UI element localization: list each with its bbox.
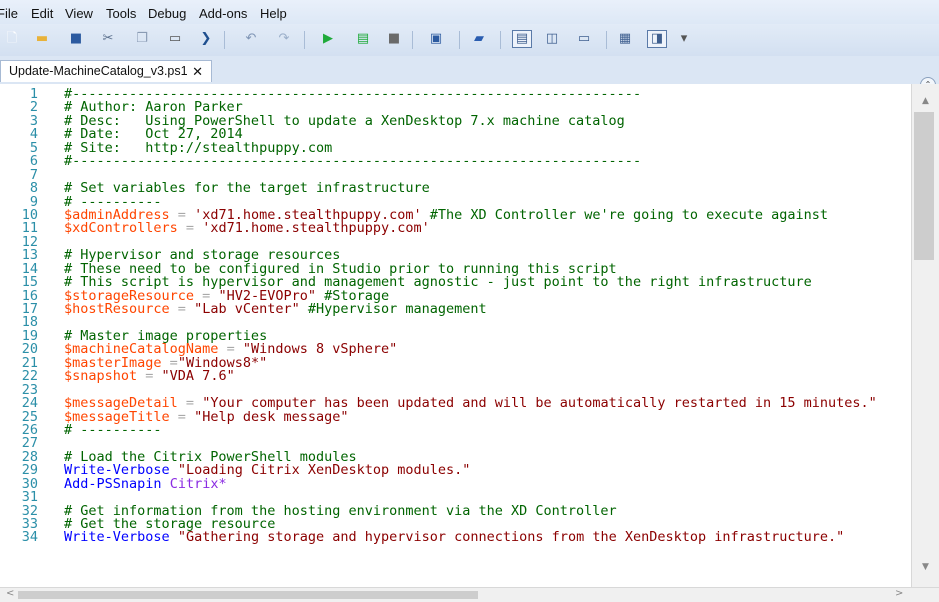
menu-debug[interactable]: Debug xyxy=(148,6,186,21)
menu-add-ons[interactable]: Add-ons xyxy=(199,6,247,21)
comment-token: #Hypervisor management xyxy=(299,301,487,317)
code-text: $snapshot = "VDA 7.6" xyxy=(64,368,235,385)
toolbar-separator xyxy=(500,31,501,49)
menu-bar: File Edit View Tools Debug Add-ons Help xyxy=(0,0,939,24)
string-token: "Lab vCenter" xyxy=(194,301,300,317)
cut-icon[interactable]: ✂ xyxy=(100,31,116,47)
string-token: 'xd71.home.stealthpuppy.com' xyxy=(202,220,430,237)
operator-token: = xyxy=(177,220,203,237)
tab-bar: Update-MachineCatalog_v3.ps1 ✕ xyxy=(0,56,939,82)
code-line: 11 $xdControllers = 'xd71.home.stealthpup… xyxy=(0,220,911,237)
scroll-left-icon[interactable]: < xyxy=(6,588,14,599)
toolbar: 🗋 ▬ ■ ✂ ❐ ▭ ❯ ↶ ↷ ▶ ▤ ■ ▣ ▰ ▤ ◫ ▭ ▦ ◨ ▾ xyxy=(0,24,939,57)
menu-help[interactable]: Help xyxy=(260,6,287,21)
code-line: 26 # ---------- xyxy=(0,421,911,438)
string-token: "Gathering storage and hypervisor connec… xyxy=(177,529,845,546)
save-icon[interactable]: ■ xyxy=(68,31,84,47)
vertical-scrollbar[interactable]: ▲ ▼ xyxy=(911,84,939,587)
code-line: 30 Add-PSSnapin Citrix* xyxy=(0,475,911,492)
variable-token: $snapshot xyxy=(64,368,138,385)
string-token: "Help desk message" xyxy=(194,408,349,425)
scroll-up-icon[interactable]: ▲ xyxy=(922,96,929,106)
run-script-icon[interactable]: ▶ xyxy=(320,31,336,47)
code-text: Write-Verbose "Gathering storage and hyp… xyxy=(64,529,845,546)
comment-token: #---------------------------------------… xyxy=(64,153,642,170)
horizontal-scroll-thumb[interactable] xyxy=(18,591,478,599)
redo-icon[interactable]: ↷ xyxy=(276,31,292,47)
command-token: Add-PSSnapin xyxy=(64,475,162,492)
copy-icon[interactable]: ❐ xyxy=(134,31,150,47)
script-editor[interactable]: 1 #--------------------------------------… xyxy=(0,84,911,587)
toolbar-separator xyxy=(304,31,305,49)
toolbar-separator xyxy=(606,31,607,49)
clear-console-icon[interactable]: ❯ xyxy=(198,31,214,47)
open-folder-icon[interactable]: ▬ xyxy=(34,31,50,47)
comment-token: #The XD Controller we're going to execut… xyxy=(421,206,829,223)
show-script-pane-top-icon[interactable]: ▤ xyxy=(512,30,532,48)
code-text: $hostResource = "Lab vCenter" #Hyperviso… xyxy=(64,301,487,317)
code-text: Add-PSSnapin Citrix* xyxy=(64,475,227,492)
string-token: "VDA 7.6" xyxy=(161,368,235,385)
code-line: 17 $hostResource = "Lab vCenter" #Hypervi… xyxy=(0,301,911,317)
undo-icon[interactable]: ↶ xyxy=(243,31,259,47)
code-text: $xdControllers = 'xd71.home.stealthpuppy… xyxy=(64,220,430,237)
operator-token: = xyxy=(169,301,195,317)
code-text: #---------------------------------------… xyxy=(64,153,642,170)
code-line: 6 #--------------------------------------… xyxy=(0,153,911,170)
code-line: 22 $snapshot = "VDA 7.6" xyxy=(0,368,911,385)
show-command-window-icon[interactable]: ▦ xyxy=(617,31,633,47)
run-selection-icon[interactable]: ▤ xyxy=(355,31,371,47)
code-line: 34 Write-Verbose "Gathering storage and h… xyxy=(0,529,911,546)
scroll-down-icon[interactable]: ▼ xyxy=(922,562,929,572)
menu-file[interactable]: File xyxy=(0,6,18,21)
show-script-pane-right-icon[interactable]: ◫ xyxy=(544,31,560,47)
variable-token: $hostResource xyxy=(64,301,170,317)
stop-icon[interactable]: ■ xyxy=(386,31,402,47)
script-tab-title: Update-MachineCatalog_v3.ps1 xyxy=(9,64,188,78)
toolbar-separator xyxy=(224,31,225,49)
close-tab-icon[interactable]: ✕ xyxy=(192,61,203,82)
operator-token: = xyxy=(137,368,162,385)
show-script-pane-maximized-icon[interactable]: ▭ xyxy=(576,31,592,47)
code-text: # ---------- xyxy=(64,421,162,438)
operator-token: = xyxy=(169,408,195,425)
line-number: 34 xyxy=(21,529,38,546)
argument-token: Citrix* xyxy=(169,475,227,492)
menu-view[interactable]: View xyxy=(65,6,93,21)
variable-token: $xdControllers xyxy=(64,220,178,237)
menu-tools[interactable]: Tools xyxy=(106,6,136,21)
scroll-right-icon[interactable]: > xyxy=(895,588,903,599)
toolbar-overflow-icon[interactable]: ▾ xyxy=(676,31,692,47)
remote-powershell-icon[interactable]: ▣ xyxy=(428,31,444,47)
menu-edit[interactable]: Edit xyxy=(31,6,53,21)
comment-token: # ---------- xyxy=(64,421,162,438)
toolbar-separator xyxy=(412,31,413,49)
horizontal-scrollbar[interactable]: < > xyxy=(0,587,939,602)
paste-icon[interactable]: ▭ xyxy=(167,31,183,47)
toolbar-separator xyxy=(459,31,460,49)
powershell-icon[interactable]: ▰ xyxy=(471,31,487,47)
command-token: Write-Verbose xyxy=(64,529,170,546)
new-file-icon[interactable]: 🗋 xyxy=(4,31,20,47)
vertical-scroll-thumb[interactable] xyxy=(914,112,934,260)
show-command-addon-icon[interactable]: ◨ xyxy=(647,30,667,48)
script-tab[interactable]: Update-MachineCatalog_v3.ps1 ✕ xyxy=(0,60,212,82)
